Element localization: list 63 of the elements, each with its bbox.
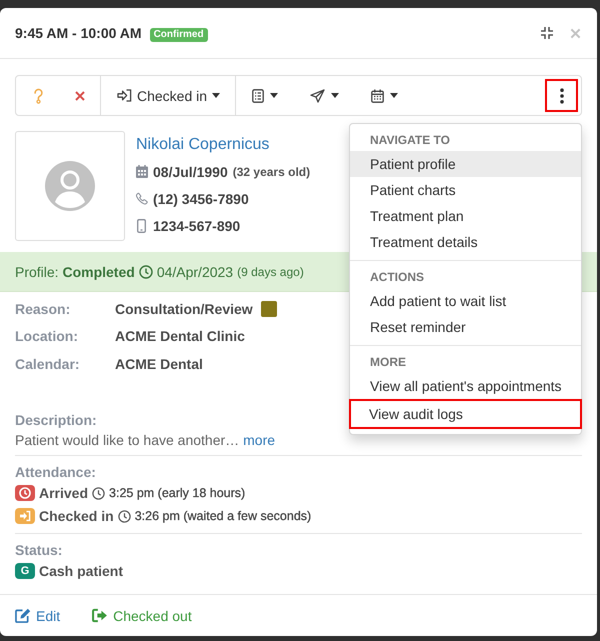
- phone-number: (12) 3456-7890: [153, 190, 249, 206]
- paper-plane-icon: [310, 88, 325, 102]
- description-label: Description:: [15, 410, 97, 430]
- patient-status: Cash patient: [39, 563, 124, 579]
- calendar-icon: [136, 165, 148, 178]
- clock-icon: [92, 486, 106, 500]
- menu-section-heading: MORE: [369, 354, 407, 371]
- vertical-dots-icon: [560, 88, 564, 104]
- edit-link[interactable]: Edit: [15, 608, 60, 624]
- status-badge: Confirmed: [150, 28, 208, 42]
- field-value: Consultation/Review: [115, 300, 253, 317]
- status-dropdown-button[interactable]: Checked in: [101, 76, 220, 115]
- description-text: Patient would like to have another…: [15, 432, 240, 448]
- field-value: ACME Dental: [115, 356, 203, 372]
- question-mark-icon: [32, 88, 44, 104]
- field-label: Location:: [15, 328, 79, 344]
- avatar-silhouette-icon: [45, 161, 95, 211]
- edit-icon: [15, 608, 31, 623]
- caret-icon: [212, 93, 220, 98]
- attendance-event: Checked in: [39, 508, 114, 524]
- sign-out-icon: [92, 608, 108, 623]
- more-link[interactable]: more: [243, 432, 276, 448]
- menu-item[interactable]: Treatment details: [350, 229, 581, 255]
- clock-icon: [138, 264, 153, 278]
- attendance-event: Arrived: [39, 485, 88, 501]
- menu-item[interactable]: View all patient's appointments: [350, 373, 581, 399]
- field-label: Calendar:: [15, 356, 81, 372]
- phone-icon: [136, 192, 148, 205]
- caret-icon: [270, 93, 278, 98]
- mobile-number: 1234-567-890: [153, 218, 240, 234]
- field-label: Reason:: [15, 300, 72, 317]
- menu-section-heading: NAVIGATE TO: [369, 132, 452, 149]
- caret-icon: [390, 93, 398, 98]
- birth-date: 08/Jul/1990: [153, 164, 228, 180]
- profile-date: 04/Apr/2023: [156, 264, 234, 280]
- menu-item[interactable]: View audit logs: [349, 399, 582, 429]
- calendar-icon: [371, 88, 384, 102]
- mobile-phone-icon: [137, 218, 146, 232]
- menu-item[interactable]: Reset reminder: [350, 314, 581, 340]
- cross-icon: [75, 90, 85, 100]
- sign-in-icon: [117, 89, 132, 102]
- menu-item[interactable]: Treatment plan: [350, 203, 581, 229]
- attendance-time: 3:25 pm (early 18 hours): [109, 486, 246, 500]
- profile-status: Profile: Completed: [15, 264, 135, 280]
- status-letter-badge: G: [15, 563, 35, 579]
- check-out-link[interactable]: Checked out: [92, 608, 192, 624]
- menu-item[interactable]: Patient charts: [350, 177, 581, 203]
- profile-relative-time: (9 days ago): [237, 264, 304, 278]
- status-label: Status:: [15, 540, 62, 560]
- patient-age: (32 years old): [232, 164, 310, 178]
- menu-item[interactable]: Add patient to wait list: [350, 288, 581, 314]
- patient-name-link[interactable]: Nikolai Copernicus: [136, 132, 270, 158]
- more-options-button[interactable]: [545, 79, 578, 112]
- field-value: ACME Dental Clinic: [115, 328, 245, 344]
- menu-section-heading: ACTIONS: [369, 269, 425, 286]
- clock-icon: [118, 510, 131, 522]
- menu-item[interactable]: Patient profile: [350, 151, 581, 177]
- caret-icon: [331, 93, 339, 98]
- compress-icon[interactable]: [540, 26, 554, 40]
- appointment-time: 9:45 AM - 10:00 AM: [15, 25, 142, 41]
- checklist-icon: [252, 88, 264, 102]
- attendance-time: 3:26 pm (waited a few seconds): [134, 509, 312, 523]
- attendance-label: Attendance:: [15, 462, 96, 482]
